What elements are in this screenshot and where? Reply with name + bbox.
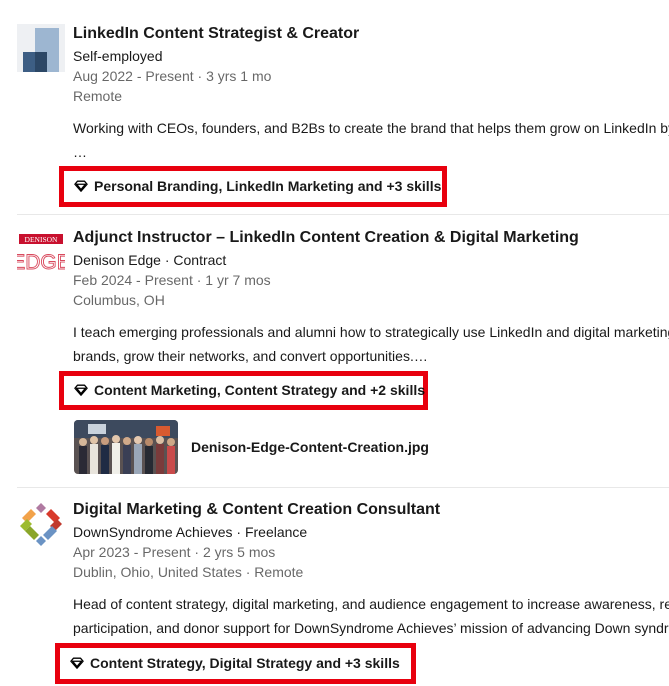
skills-text: Personal Branding, LinkedIn Marketing an… [94, 178, 442, 194]
company-logo-self-employed[interactable] [17, 24, 65, 72]
job-location: Remote [73, 88, 123, 104]
diamond-icon [74, 384, 88, 396]
job-location: Columbus, OH [73, 292, 165, 308]
job-description-line-1: I teach emerging professionals and alumn… [73, 324, 669, 340]
job-description-line-2: brands, grow their networks, and convert… [73, 348, 428, 364]
downsyndrome-achieves-logo-icon [20, 503, 62, 546]
skills-highlight-box: Content Marketing, Content Strategy and … [59, 371, 428, 410]
job-location: Dublin, Ohio, United States · Remote [73, 564, 304, 580]
job-description-line-2: participation, and donor support for Dow… [73, 620, 669, 636]
company-logo-downsyndrome-achieves[interactable] [17, 500, 65, 548]
job-description-line-2: … [73, 144, 87, 160]
skills-text: Content Strategy, Digital Strategy and +… [90, 655, 400, 671]
diamond-icon [70, 657, 84, 669]
building-logo-icon [17, 24, 65, 72]
group-photo-image [74, 420, 178, 474]
company-name: DownSyndrome Achieves · Freelance [73, 524, 308, 540]
divider [17, 214, 669, 215]
skills-text: Content Marketing, Content Strategy and … [94, 382, 426, 398]
media-thumbnail[interactable] [74, 420, 178, 474]
denison-edge-logo-icon: DENISON EDGE [11, 234, 71, 274]
logo-text-bottom: EDGE [17, 251, 65, 274]
company-logo-denison-edge[interactable]: DENISON EDGE [11, 232, 71, 280]
job-dates: Aug 2022 - Present · 3 yrs 1 mo [73, 68, 272, 84]
job-description-line-1: Head of content strategy, digital market… [73, 596, 669, 612]
skills-link[interactable]: Personal Branding, LinkedIn Marketing an… [74, 177, 441, 195]
job-title[interactable]: Adjunct Instructor – LinkedIn Content Cr… [73, 228, 669, 248]
skills-highlight-box: Personal Branding, LinkedIn Marketing an… [59, 166, 447, 207]
job-title[interactable]: LinkedIn Content Strategist & Creator [73, 24, 669, 44]
job-description-line-1: Working with CEOs, founders, and B2Bs to… [73, 120, 669, 136]
logo-text-top: DENISON [25, 235, 58, 244]
job-dates: Feb 2024 - Present · 1 yr 7 mos [73, 272, 271, 288]
skills-link[interactable]: Content Strategy, Digital Strategy and +… [70, 654, 400, 672]
job-title[interactable]: Digital Marketing & Content Creation Con… [73, 500, 669, 520]
job-dates: Apr 2023 - Present · 2 yrs 5 mos [73, 544, 276, 560]
skills-highlight-box: Content Strategy, Digital Strategy and +… [55, 643, 416, 684]
company-name: Denison Edge · Contract [73, 252, 227, 268]
skills-link[interactable]: Content Marketing, Content Strategy and … [74, 381, 425, 399]
diamond-icon [74, 180, 88, 192]
company-name: Self-employed [73, 48, 163, 64]
media-title[interactable]: Denison-Edge-Content-Creation.jpg [191, 437, 429, 457]
divider [17, 487, 669, 488]
media-attachment[interactable]: Denison-Edge-Content-Creation.jpg [74, 420, 429, 474]
